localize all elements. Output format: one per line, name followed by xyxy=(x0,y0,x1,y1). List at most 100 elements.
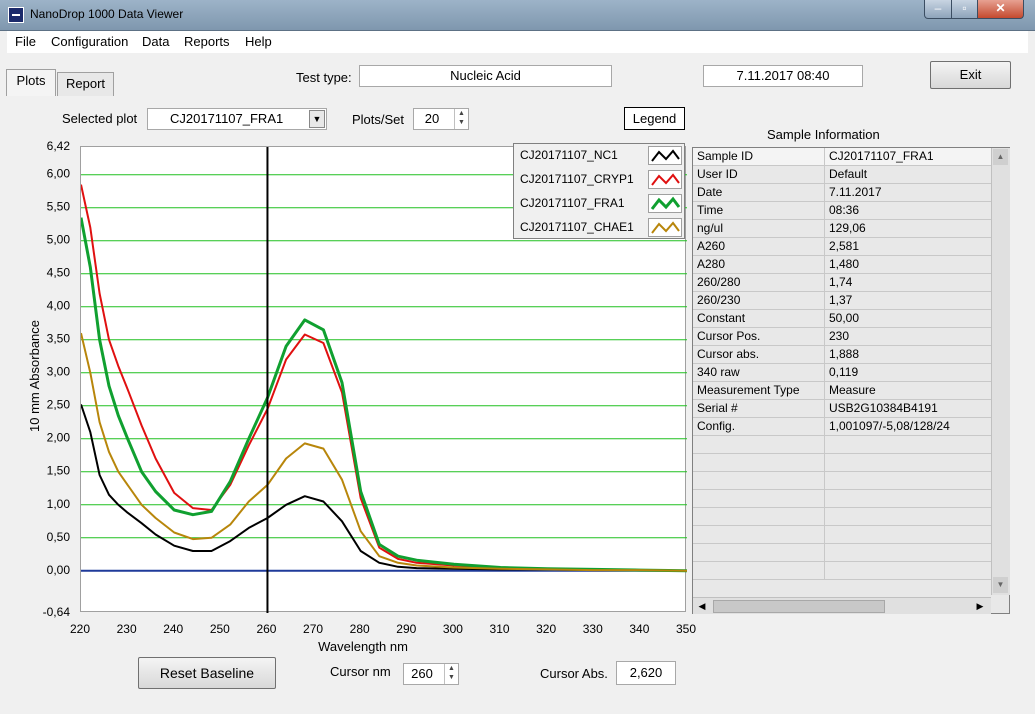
spin-arrows-icon[interactable]: ▲ ▼ xyxy=(444,664,458,684)
legend-button[interactable]: Legend xyxy=(624,107,685,130)
column-divider xyxy=(824,238,825,255)
test-type-label: Test type: xyxy=(296,70,352,85)
sample-info-row: User ID Default xyxy=(693,166,991,184)
y-tick-label: 4,00 xyxy=(47,299,71,313)
selected-plot-dropdown[interactable]: CJ20171107_FRA1 ▼ xyxy=(147,108,327,130)
menu-data[interactable]: Data xyxy=(142,34,169,49)
sample-info-row: Config. 1,001097/-5,08/128/24 xyxy=(693,418,991,436)
title-bar: NanoDrop 1000 Data Viewer – ▫ ✕ xyxy=(0,0,1035,31)
minimize-button[interactable]: – xyxy=(924,0,952,19)
column-divider xyxy=(824,346,825,363)
tab-plots[interactable]: Plots xyxy=(6,69,56,96)
horizontal-scrollbar[interactable]: ◀ ▶ xyxy=(693,597,991,614)
sample-info-key: 260/280 xyxy=(697,275,741,289)
sample-info-key: Cursor Pos. xyxy=(697,329,761,343)
chevron-down-icon[interactable]: ▼ xyxy=(309,110,325,128)
sample-info-key: A260 xyxy=(697,239,726,253)
cursor-nm-stepper[interactable]: 260 ▲ ▼ xyxy=(403,663,459,685)
sample-info-empty-row xyxy=(693,508,991,526)
sample-info-value: Default xyxy=(829,167,868,181)
legend-label: CJ20171107_FRA1 xyxy=(520,196,625,210)
tab-report[interactable]: Report xyxy=(57,72,114,96)
menu-file[interactable]: File xyxy=(15,34,36,49)
selected-plot-value: CJ20171107_FRA1 xyxy=(170,111,284,126)
sample-info-value: 1,888 xyxy=(829,347,860,361)
y-tick-label: -0,64 xyxy=(43,605,71,619)
vertical-scrollbar[interactable]: ▲ ▼ xyxy=(991,148,1010,595)
menu-reports[interactable]: Reports xyxy=(184,34,230,49)
sample-info-empty-row xyxy=(693,454,991,472)
close-window-button[interactable]: ✕ xyxy=(977,0,1024,19)
sample-info-row: Serial # USB2G10384B4191 xyxy=(693,400,991,418)
column-divider xyxy=(824,274,825,291)
series-line-2 xyxy=(81,217,687,573)
y-tick-label: 0,50 xyxy=(47,530,71,544)
x-tick-label: 240 xyxy=(163,622,183,636)
x-tick-label: 270 xyxy=(303,622,323,636)
y-tick-label: 1,00 xyxy=(47,497,71,511)
sample-info-key: A280 xyxy=(697,257,726,271)
y-tick-label: 5,50 xyxy=(47,200,71,214)
legend-swatch xyxy=(648,218,682,237)
y-tick-label: 6,42 xyxy=(47,139,71,153)
x-tick-label: 230 xyxy=(117,622,137,636)
legend-item: CJ20171107_CRYP1 xyxy=(514,168,684,192)
x-axis-label: Wavelength nm xyxy=(318,639,408,654)
cursor-abs-field: 2,620 xyxy=(616,661,676,685)
legend-swatch xyxy=(648,194,682,213)
series-line-3 xyxy=(81,332,687,572)
scroll-down-icon[interactable]: ▼ xyxy=(993,577,1008,593)
cursor-nm-label: Cursor nm xyxy=(330,664,391,679)
sample-info-row: 260/230 1,37 xyxy=(693,292,991,310)
sample-info-value: 08:36 xyxy=(829,203,860,217)
sample-info-value: USB2G10384B4191 xyxy=(829,401,938,415)
exit-button[interactable]: Exit xyxy=(930,61,1011,89)
column-divider xyxy=(824,166,825,183)
column-divider xyxy=(824,490,825,507)
scroll-left-icon[interactable]: ◀ xyxy=(695,599,709,613)
column-divider xyxy=(824,292,825,309)
sample-info-value: 50,00 xyxy=(829,311,860,325)
reset-baseline-button[interactable]: Reset Baseline xyxy=(138,657,276,689)
column-divider xyxy=(824,400,825,417)
column-divider xyxy=(824,436,825,453)
y-tick-label: 0,00 xyxy=(47,563,71,577)
column-divider xyxy=(824,418,825,435)
column-divider xyxy=(824,544,825,561)
scroll-right-icon[interactable]: ▶ xyxy=(973,599,987,613)
column-divider xyxy=(824,328,825,345)
column-divider xyxy=(824,310,825,327)
sample-info-value: 2,581 xyxy=(829,239,860,253)
column-divider xyxy=(824,526,825,543)
x-tick-label: 340 xyxy=(629,622,649,636)
sample-info-row: A280 1,480 xyxy=(693,256,991,274)
x-tick-label: 260 xyxy=(256,622,276,636)
y-tick-label: 6,00 xyxy=(47,167,71,181)
scroll-up-icon[interactable]: ▲ xyxy=(993,149,1008,165)
window-title: NanoDrop 1000 Data Viewer xyxy=(30,7,184,21)
plots-per-set-stepper[interactable]: 20 ▲ ▼ xyxy=(413,108,469,130)
sample-info-empty-row xyxy=(693,562,991,580)
sample-info-table[interactable]: Sample ID CJ20171107_FRA1 User ID Default Da… xyxy=(692,147,1010,614)
maximize-button[interactable]: ▫ xyxy=(951,0,978,19)
column-divider xyxy=(824,202,825,219)
legend-swatch xyxy=(648,170,682,189)
menu-help[interactable]: Help xyxy=(245,34,272,49)
menu-configuration[interactable]: Configuration xyxy=(51,34,128,49)
scroll-thumb[interactable] xyxy=(713,600,885,613)
sample-info-value: 1,480 xyxy=(829,257,860,271)
sample-info-row: ng/ul 129,06 xyxy=(693,220,991,238)
datetime-field: 7.11.2017 08:40 xyxy=(703,65,863,87)
x-tick-label: 330 xyxy=(583,622,603,636)
column-divider xyxy=(824,220,825,237)
sample-info-key: Cursor abs. xyxy=(697,347,760,361)
y-tick-label: 3,50 xyxy=(47,332,71,346)
x-tick-label: 290 xyxy=(396,622,416,636)
series-line-1 xyxy=(81,184,687,572)
cursor-abs-label: Cursor Abs. xyxy=(540,666,608,681)
spin-arrows-icon[interactable]: ▲ ▼ xyxy=(454,109,468,129)
sample-info-row: A260 2,581 xyxy=(693,238,991,256)
test-type-field: Nucleic Acid xyxy=(359,65,612,87)
sample-info-value: 1,74 xyxy=(829,275,853,289)
y-axis-label: 10 mm Absorbance xyxy=(27,320,42,432)
